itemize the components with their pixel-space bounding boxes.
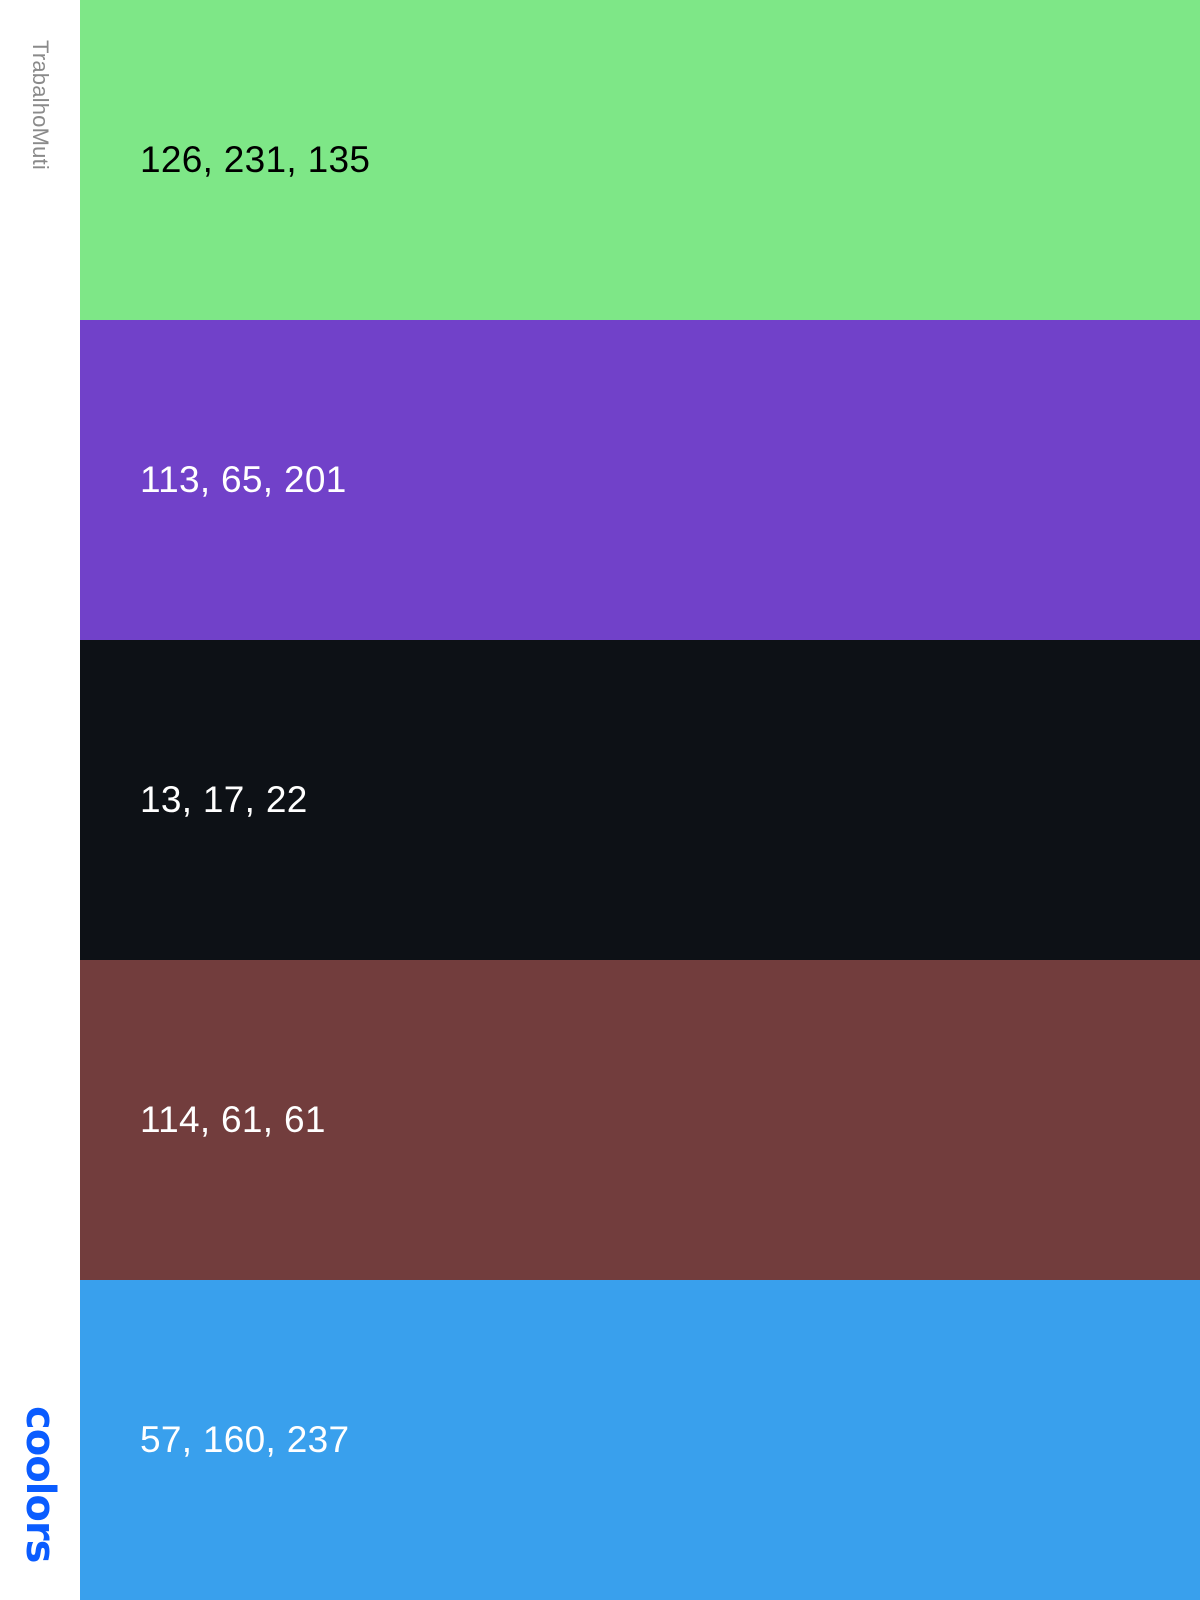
color-swatch-1[interactable]: 126, 231, 135 xyxy=(80,0,1200,320)
coolors-logo: coolors xyxy=(17,1405,63,1562)
swatch-rgb-label: 57, 160, 237 xyxy=(140,1419,350,1460)
color-swatch-4[interactable]: 114, 61, 61 xyxy=(80,960,1200,1280)
palette-name: TrabalhoMuti xyxy=(28,40,53,170)
swatch-rgb-label: 126, 231, 135 xyxy=(140,139,371,180)
palette-page: TrabalhoMuti coolors 126, 231, 135 113, … xyxy=(0,0,1200,1600)
color-swatch-2[interactable]: 113, 65, 201 xyxy=(80,320,1200,640)
swatch-list: 126, 231, 135 113, 65, 201 13, 17, 22 11… xyxy=(80,0,1200,1600)
swatch-rgb-label: 113, 65, 201 xyxy=(140,459,347,500)
color-swatch-3[interactable]: 13, 17, 22 xyxy=(80,640,1200,960)
swatch-rgb-label: 13, 17, 22 xyxy=(140,779,308,820)
color-swatch-5[interactable]: 57, 160, 237 xyxy=(80,1280,1200,1600)
swatch-rgb-label: 114, 61, 61 xyxy=(140,1099,326,1140)
sidebar: TrabalhoMuti coolors xyxy=(0,0,80,1600)
